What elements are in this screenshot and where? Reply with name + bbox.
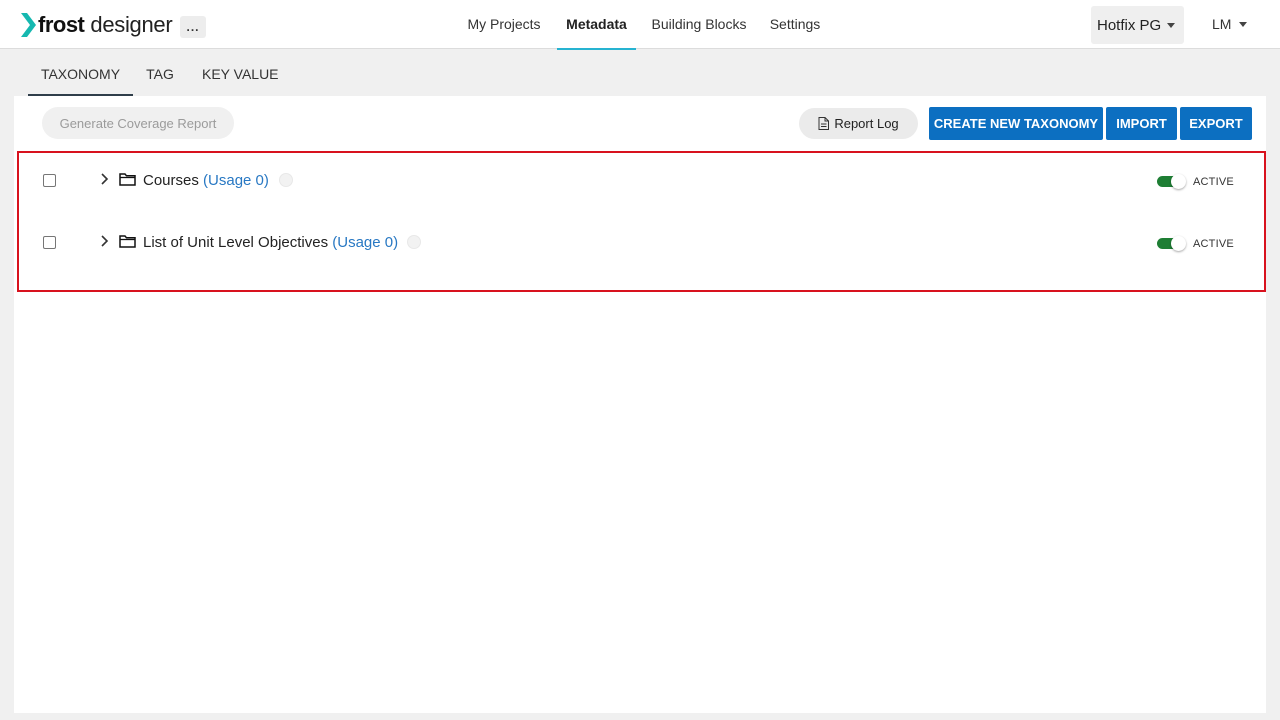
row-checkbox[interactable] <box>43 236 56 249</box>
taxonomy-row: Courses (Usage 0) ACTIVE <box>19 161 1264 201</box>
chevron-right-icon[interactable] <box>99 234 109 248</box>
nav-item-metadata[interactable]: Metadata <box>557 0 636 50</box>
taxonomy-row: List of Unit Level Objectives (Usage 0) … <box>19 223 1264 263</box>
report-log-button[interactable]: Report Log <box>799 108 918 139</box>
usage-link[interactable]: (Usage 0) <box>203 172 269 189</box>
logo-text-bold: frost <box>38 12 85 37</box>
row-checkbox[interactable] <box>43 174 56 187</box>
caret-down-icon <box>1239 21 1248 27</box>
folder-icon <box>119 173 136 186</box>
export-button[interactable]: EXPORT <box>1180 107 1252 140</box>
taxonomy-name[interactable]: Courses (Usage 0) <box>143 172 269 189</box>
frost-designer-logo[interactable]: frost designer <box>20 12 173 38</box>
organization-dropdown[interactable]: Hotfix PG <box>1091 6 1184 44</box>
document-icon <box>818 117 830 130</box>
folder-icon <box>119 235 136 248</box>
active-toggle[interactable] <box>1157 236 1186 251</box>
taxonomy-title: List of Unit Level Objectives <box>143 234 329 251</box>
info-icon[interactable] <box>407 235 421 249</box>
status-label: ACTIVE <box>1193 238 1234 250</box>
nav-item-building-blocks[interactable]: Building Blocks <box>648 0 750 49</box>
usage-link[interactable]: (Usage 0) <box>332 234 398 251</box>
import-button[interactable]: IMPORT <box>1106 107 1177 140</box>
logo-chevron-icon <box>21 13 36 37</box>
taxonomy-title: Courses <box>143 172 199 189</box>
generate-coverage-report-button[interactable]: Generate Coverage Report <box>42 107 234 139</box>
logo-text-light: designer <box>90 12 173 37</box>
create-new-taxonomy-button[interactable]: CREATE NEW TAXONOMY <box>929 107 1103 140</box>
top-header: frost designer ... My Projects Metadata … <box>0 0 1280 50</box>
tab-tag[interactable]: TAG <box>146 50 174 96</box>
user-initials: LM <box>1212 16 1232 32</box>
nav-item-my-projects[interactable]: My Projects <box>462 0 546 49</box>
info-icon[interactable] <box>279 173 293 187</box>
active-toggle[interactable] <box>1157 174 1186 189</box>
status-label: ACTIVE <box>1193 176 1234 188</box>
report-log-label: Report Log <box>834 116 899 131</box>
organization-label: Hotfix PG <box>1097 16 1162 34</box>
toggle-knob <box>1171 174 1186 189</box>
chevron-right-icon[interactable] <box>99 172 109 186</box>
tab-taxonomy[interactable]: TAXONOMY <box>28 50 133 96</box>
tab-key-value[interactable]: KEY VALUE <box>202 50 279 96</box>
caret-down-icon <box>1167 22 1176 28</box>
toggle-knob <box>1171 236 1186 251</box>
more-options-button[interactable]: ... <box>180 16 206 38</box>
user-menu[interactable]: LM <box>1212 16 1248 32</box>
taxonomy-name[interactable]: List of Unit Level Objectives (Usage 0) <box>143 234 398 251</box>
nav-item-settings[interactable]: Settings <box>764 0 826 49</box>
